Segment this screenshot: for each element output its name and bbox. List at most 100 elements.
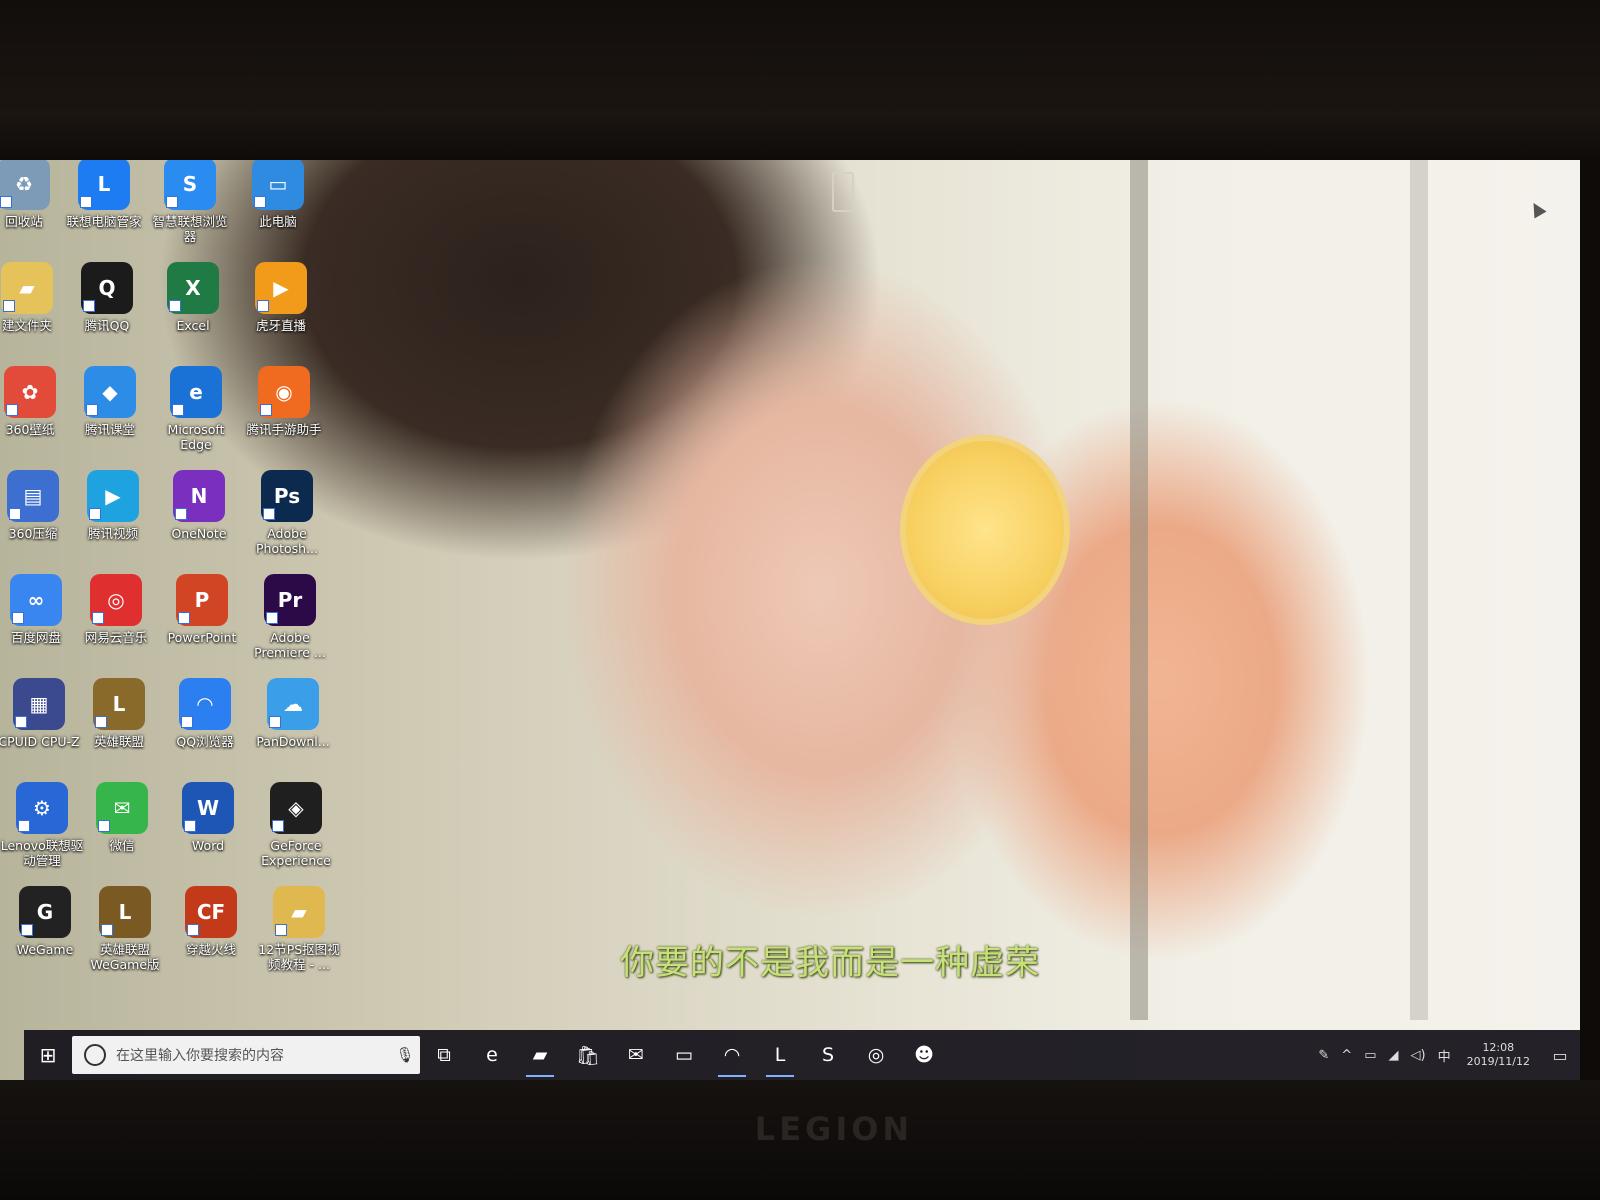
taskbar-lenovo-browser-icon[interactable]: S <box>804 1030 852 1080</box>
desktop-icon-label: 360壁纸 <box>5 422 55 437</box>
taskbar-task-view-icon[interactable]: ⧉ <box>420 1030 468 1080</box>
show-hidden-icons-chevron-icon[interactable]: ^ <box>1341 1048 1352 1063</box>
desktop-icon[interactable]: ▰ 建文件夹 <box>0 262 69 333</box>
taskbar-lenovo-pc-manager-icon[interactable]: L <box>756 1030 804 1080</box>
desktop-icon-label: Adobe Photosh... <box>255 526 318 556</box>
desktop-icon-label: 腾讯课堂 <box>84 422 135 437</box>
app-icon: P <box>176 574 228 626</box>
app-icon: X <box>167 262 219 314</box>
app-icon: ▦ <box>13 678 65 730</box>
action-center-icon[interactable]: ▭ <box>1540 1046 1580 1065</box>
app-icon: ✉ <box>96 782 148 834</box>
app-icon: ◠ <box>179 678 231 730</box>
desktop-icon-label: Excel <box>176 318 210 333</box>
wallpaper-hook <box>832 172 854 212</box>
monitor-brand-logo: LEGION <box>754 1110 914 1148</box>
desktop-icon-label: Microsoft Edge <box>167 422 225 452</box>
app-icon: Ps <box>261 470 313 522</box>
desktop-icon[interactable]: ◉ 腾讯手游助手 <box>242 366 326 437</box>
desktop-icon[interactable]: ▶ 虎牙直播 <box>239 262 323 333</box>
input-method-indicator[interactable]: 中 <box>1438 1046 1451 1065</box>
app-icon: ▤ <box>7 470 59 522</box>
desktop-icon[interactable]: L 英雄联盟 <box>77 678 161 749</box>
microphone-icon[interactable]: 🎙 <box>390 1046 420 1064</box>
desktop-icon[interactable]: L 联想电脑管家 <box>62 160 146 229</box>
app-icon: ◆ <box>84 366 136 418</box>
app-icon: ◎ <box>90 574 142 626</box>
desktop-icon[interactable]: ◎ 网易云音乐 <box>74 574 158 645</box>
taskbar: ⊞ 在这里输入你要搜索的内容 🎙 ⧉ e ▰ 🛍 ✉ ▭ ◠ L S ◎ ☻ ✎ ^ ▭ ◢ ◁) … <box>24 1030 1580 1080</box>
desktop-icon[interactable]: ▭ 此电脑 <box>236 160 320 229</box>
app-icon: G <box>19 886 71 938</box>
desktop-icon-label: OneNote <box>171 526 227 541</box>
desktop-icon[interactable]: G WeGame <box>3 886 87 957</box>
taskbar-edge-icon[interactable]: e <box>468 1030 516 1080</box>
taskbar-file-explorer-icon[interactable]: ▰ <box>516 1030 564 1080</box>
desktop-icon[interactable]: ✿ 360壁纸 <box>0 366 72 437</box>
app-icon: ◈ <box>270 782 322 834</box>
volume-icon[interactable]: ◁) <box>1411 1048 1426 1063</box>
desktop-icon[interactable]: P PowerPoint <box>160 574 244 645</box>
desktop-icon[interactable]: Pr Adobe Premiere ... <box>248 574 332 660</box>
app-icon: Q <box>81 262 133 314</box>
desktop-icon[interactable]: ∞ 百度网盘 <box>0 574 78 645</box>
taskbar-store-icon[interactable]: 🛍 <box>564 1030 612 1080</box>
battery-icon[interactable]: ▭ <box>1364 1048 1376 1063</box>
desktop-icon[interactable]: ✉ 微信 <box>80 782 164 853</box>
desktop-icon-label: 12节PS抠图视频教程 - ... <box>258 942 340 972</box>
desktop-icon[interactable]: ▦ CPUID CPU-Z <box>0 678 81 749</box>
desktop-icon-label: 联想电脑管家 <box>66 214 142 229</box>
desktop-icon[interactable]: L 英雄联盟WeGame版 <box>83 886 167 972</box>
desktop-icon[interactable]: ▰ 12节PS抠图视频教程 - ... <box>257 886 341 972</box>
app-icon: N <box>173 470 225 522</box>
desktop-icon-label: 穿越火线 <box>185 942 236 957</box>
desktop-icon[interactable]: N OneNote <box>157 470 241 541</box>
desktop-icon[interactable]: ◆ 腾讯课堂 <box>68 366 152 437</box>
start-button[interactable]: ⊞ <box>24 1030 72 1080</box>
taskbar-this-pc-icon[interactable]: ▭ <box>660 1030 708 1080</box>
taskbar-mail-icon[interactable]: ✉ <box>612 1030 660 1080</box>
desktop-icon-label: GeForce Experience <box>261 838 331 868</box>
desktop-screen: ♻ 回收站 L 联想电脑管家 S 智慧联想浏览器 ▭ 此电脑 ▰ 建文件夹 Q 腾讯QQ X Excel ▶… <box>0 160 1580 1080</box>
desktop-icon[interactable]: ▶ 腾讯视频 <box>71 470 155 541</box>
pen-workspace-icon[interactable]: ✎ <box>1318 1048 1329 1063</box>
desktop-icon[interactable]: Ps Adobe Photosh... <box>245 470 329 556</box>
mouse-cursor-icon <box>1527 199 1547 219</box>
desktop-icon-label: 建文件夹 <box>1 318 52 333</box>
desktop-icon-label: 腾讯QQ <box>84 318 130 333</box>
desktop-icon-label: 腾讯手游助手 <box>246 422 322 437</box>
clock-time: 12:08 <box>1482 1041 1515 1054</box>
desktop-icon[interactable]: ◈ GeForce Experience <box>254 782 338 868</box>
desktop-icon[interactable]: ⚙ Lenovo联想驱动管理 <box>0 782 84 868</box>
desktop-icon[interactable]: Q 腾讯QQ <box>65 262 149 333</box>
desktop-icon[interactable]: ◠ QQ浏览器 <box>163 678 247 749</box>
desktop-icon[interactable]: e Microsoft Edge <box>154 366 238 452</box>
desktop-icon[interactable]: ☁ PanDownl... <box>251 678 335 749</box>
app-icon: e <box>170 366 222 418</box>
wallpaper-lemon <box>900 435 1070 625</box>
desktop-icon-label: 此电脑 <box>259 214 297 229</box>
taskbar-qq-browser-icon[interactable]: ◠ <box>708 1030 756 1080</box>
desktop-icon[interactable]: ♻ 回收站 <box>0 160 66 229</box>
tray-clock[interactable]: 12:08 2019/11/12 <box>1467 1041 1530 1069</box>
desktop-icon-label: 虎牙直播 <box>255 318 306 333</box>
app-icon: ⚙ <box>16 782 68 834</box>
desktop-icon[interactable]: CF 穿越火线 <box>169 886 253 957</box>
desktop-icon[interactable]: S 智慧联想浏览器 <box>148 160 232 244</box>
desktop-icon[interactable]: X Excel <box>151 262 235 333</box>
app-icon: ♻ <box>0 160 50 210</box>
desktop-icon-label: Lenovo联想驱动管理 <box>0 838 84 868</box>
desktop-icon-label: 网易云音乐 <box>84 630 148 645</box>
desktop-icon-label: 回收站 <box>5 214 43 229</box>
network-icon[interactable]: ◢ <box>1389 1048 1399 1063</box>
taskbar-netease-music-icon[interactable]: ◎ <box>852 1030 900 1080</box>
app-icon: ▰ <box>273 886 325 938</box>
windows-logo-icon: ⊞ <box>39 1043 57 1067</box>
app-icon: ▶ <box>87 470 139 522</box>
search-box[interactable]: 在这里输入你要搜索的内容 🎙 <box>72 1036 420 1074</box>
taskbar-qq-icon[interactable]: ☻ <box>900 1030 948 1080</box>
desktop-icon[interactable]: ▤ 360压缩 <box>0 470 75 541</box>
desktop-icon-label: 百度网盘 <box>10 630 61 645</box>
desktop-icon[interactable]: W Word <box>166 782 250 853</box>
app-icon: ▶ <box>255 262 307 314</box>
